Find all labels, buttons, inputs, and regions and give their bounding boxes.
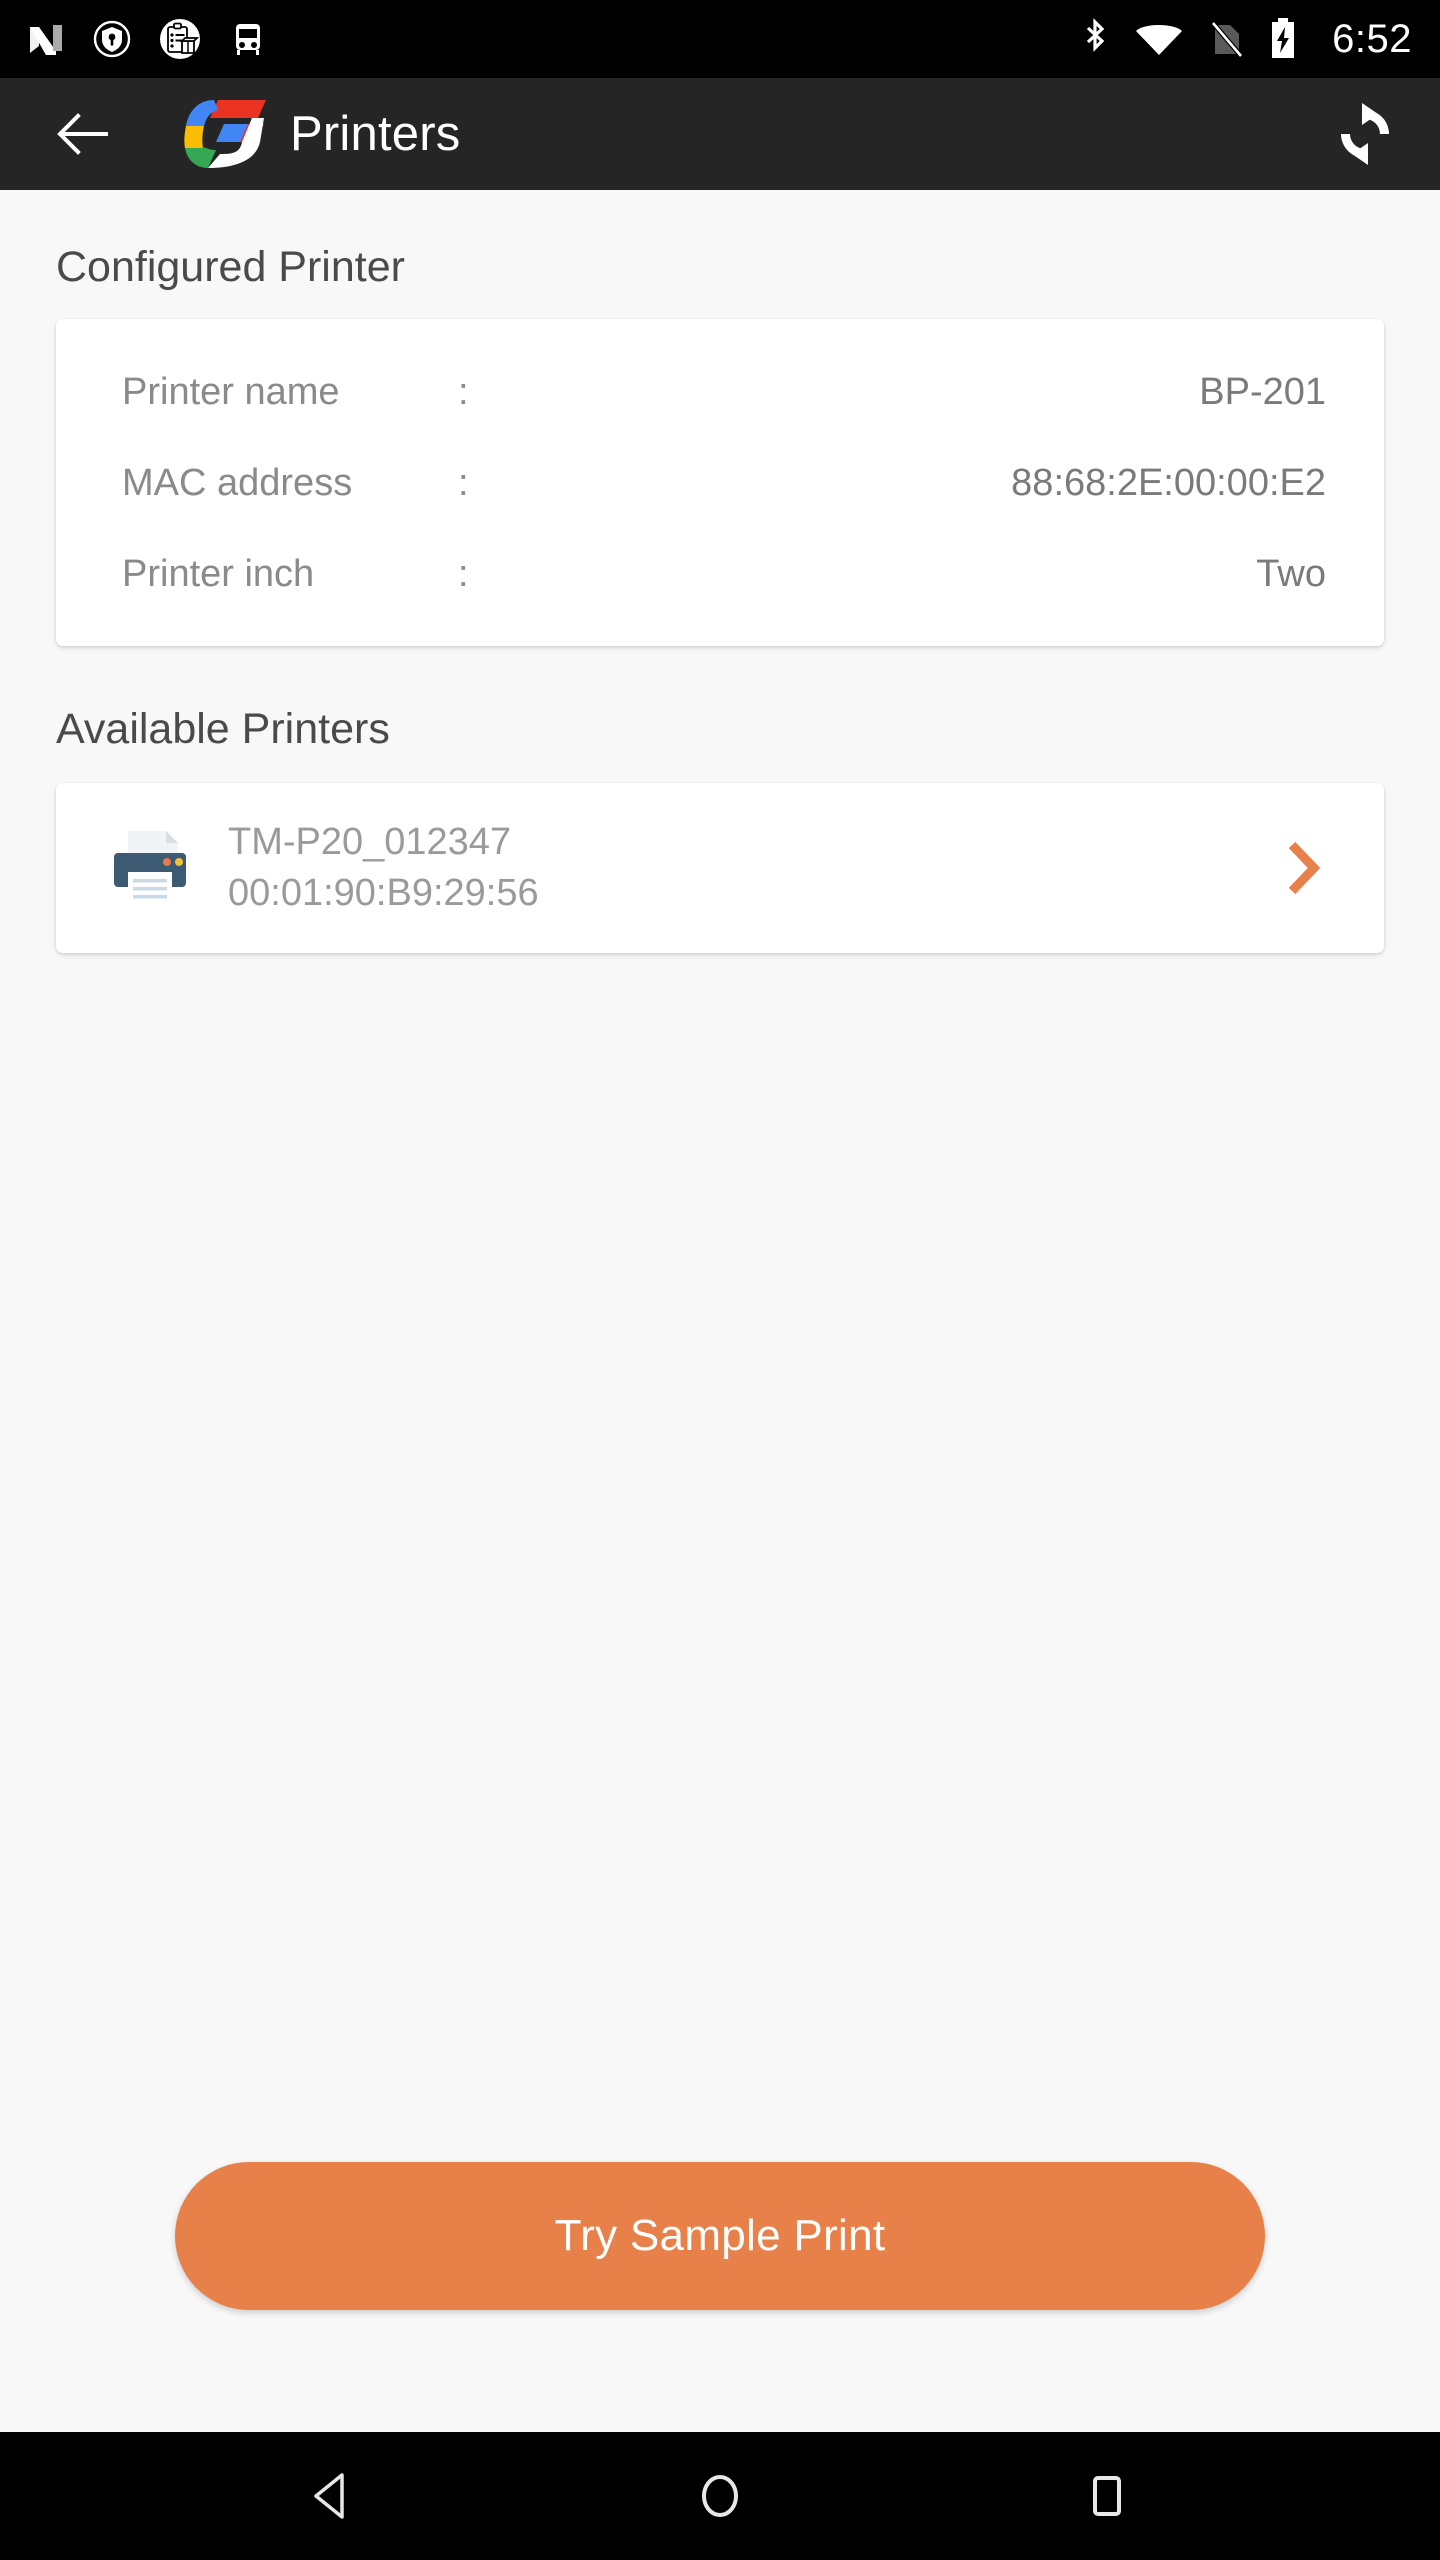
battery-charging-icon (1272, 18, 1295, 58)
printer-info: TM-P20_012347 00:01:90:B9:29:56 (228, 820, 1268, 916)
printer-name-value: BP-201 (1199, 371, 1326, 413)
configured-printer-card: Printer name : BP-201 MAC address : 88:6… (56, 319, 1384, 646)
table-row: Printer inch : Two (56, 529, 1384, 620)
primary-action-area: Try Sample Print (0, 2162, 1440, 2310)
status-bar: 6:52 (0, 0, 1440, 78)
chevron-right-icon (1288, 841, 1321, 895)
nav-home-icon (701, 2475, 738, 2517)
refresh-icon (1341, 103, 1389, 165)
bluetooth-icon (1087, 18, 1105, 52)
back-button[interactable] (52, 102, 116, 166)
refresh-button[interactable] (1328, 97, 1402, 171)
row-separator: : (458, 371, 469, 413)
nav-back-icon (314, 2473, 345, 2519)
bus-icon (236, 24, 260, 55)
row-separator: : (458, 553, 469, 595)
table-row: MAC address : 88:68:2E:00:00:E2 (56, 438, 1384, 529)
android-nav-bar (0, 2432, 1440, 2560)
wifi-icon (1136, 25, 1183, 55)
status-bar-system: 6:52 (1078, 16, 1412, 62)
main-content: Configured Printer Printer name : BP-201… (0, 190, 1440, 2432)
try-sample-print-button[interactable]: Try Sample Print (175, 2162, 1265, 2310)
printer-name-label: Printer name (122, 371, 340, 413)
app-bar: Printers (0, 78, 1440, 190)
mac-address-label: MAC address (122, 462, 353, 504)
printer-list-name: TM-P20_012347 (228, 821, 512, 864)
back-arrow-icon (57, 113, 108, 155)
phone-screen: 6:52 Printers Configured Printer Printer… (0, 0, 1440, 2560)
shield-key-icon (93, 20, 131, 58)
status-bar-clock: 6:52 (1332, 17, 1412, 61)
nav-back-button[interactable] (273, 2436, 393, 2556)
page-title: Printers (290, 106, 461, 161)
status-bar-notifications (26, 17, 268, 61)
available-printers-heading: Available Printers (56, 705, 390, 753)
printer-icon (96, 827, 204, 909)
printer-inch-value: Two (1256, 553, 1326, 595)
printer-list-mac: 00:01:90:B9:29:56 (228, 872, 539, 914)
printer-details-button[interactable] (1268, 837, 1338, 899)
row-separator: : (458, 462, 469, 504)
nav-recents-button[interactable] (1047, 2436, 1167, 2556)
nav-home-button[interactable] (660, 2436, 780, 2556)
list-item[interactable]: TM-P20_012347 00:01:90:B9:29:56 (56, 783, 1384, 953)
mac-address-value: 88:68:2E:00:00:E2 (1011, 462, 1326, 504)
android-n-icon (30, 25, 62, 55)
available-printers-card: TM-P20_012347 00:01:90:B9:29:56 (56, 783, 1384, 953)
configured-printer-heading: Configured Printer (56, 243, 405, 291)
no-sim-icon (1211, 21, 1244, 58)
printer-inch-label: Printer inch (122, 553, 315, 595)
app-logo-icon (174, 98, 270, 170)
table-row: Printer name : BP-201 (56, 347, 1384, 438)
nav-recents-icon (1092, 2476, 1121, 2516)
clipboard-box-icon (160, 19, 200, 59)
